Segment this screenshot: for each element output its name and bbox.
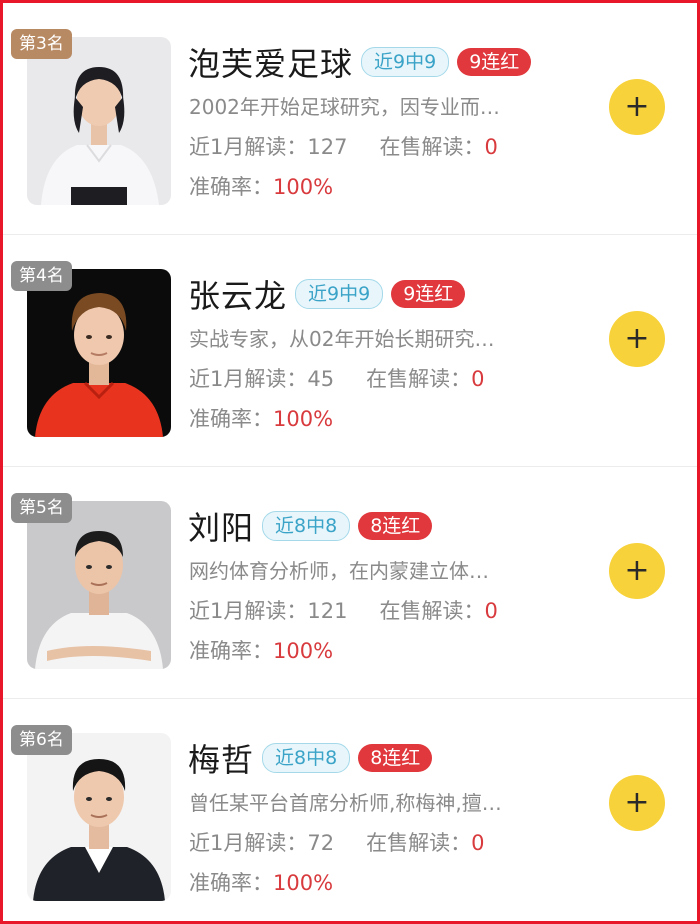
streak-tag: 9连红 (457, 48, 532, 76)
expert-photo[interactable] (27, 37, 171, 205)
expert-card[interactable]: 第6名 梅哲 近8中8 8连红 曾任某平台首席分析师,称梅神,擅… 近1月解读：… (3, 699, 697, 924)
sale-value: 0 (484, 135, 498, 159)
expert-card[interactable]: 第3名 泡芙爱足球 近9中9 9连红 2002年开始足球研究，因专业而… 近1月… (3, 3, 697, 235)
follow-button[interactable]: + (609, 775, 665, 831)
avatar-man-red-shirt (27, 269, 171, 437)
hit-rate-tag: 近8中8 (262, 511, 351, 541)
recent-label: 近1月解读： (189, 599, 308, 623)
rank-badge: 第6名 (11, 725, 72, 755)
recent-value: 121 (307, 599, 348, 623)
expert-name: 梅哲 (188, 741, 255, 779)
stats-row: 近1月解读：121 在售解读：0 (189, 595, 498, 625)
expert-description: 曾任某平台首席分析师,称梅神,擅… (189, 791, 502, 815)
expert-name: 刘阳 (188, 509, 255, 547)
sale-label: 在售解读： (379, 599, 485, 623)
accuracy-value: 100% (273, 175, 334, 199)
rank-badge: 第4名 (11, 261, 72, 291)
expert-card[interactable]: 第5名 刘阳 近8中8 8连红 网约体育分析师，在内蒙建立体… 近1月解读：12… (3, 467, 697, 699)
streak-tag: 9连红 (391, 280, 466, 308)
accuracy-row: 准确率：100% (189, 635, 333, 665)
plus-icon: + (624, 785, 650, 820)
hit-rate-tag: 近9中9 (361, 47, 450, 77)
expert-photo[interactable] (27, 733, 171, 901)
expert-list: 第3名 泡芙爱足球 近9中9 9连红 2002年开始足球研究，因专业而… 近1月… (3, 3, 697, 924)
expert-description: 网约体育分析师，在内蒙建立体… (189, 559, 489, 583)
accuracy-row: 准确率：100% (189, 867, 333, 897)
accuracy-row: 准确率：100% (189, 171, 333, 201)
sale-label: 在售解读： (366, 831, 472, 855)
accuracy-label: 准确率： (189, 639, 273, 663)
expert-card[interactable]: 第4名 张云龙 近9中9 9连红 实战专家，从02年开始长期研究… 近1月解读：… (3, 235, 697, 467)
accuracy-row: 准确率：100% (189, 403, 333, 433)
recent-value: 127 (307, 135, 348, 159)
hit-rate-tag: 近8中8 (262, 743, 351, 773)
avatar-man-white-tee (27, 501, 171, 669)
plus-icon: + (624, 553, 650, 588)
sale-label: 在售解读： (366, 367, 472, 391)
rank-badge: 第5名 (11, 493, 72, 523)
accuracy-label: 准确率： (189, 175, 273, 199)
sale-value: 0 (484, 599, 498, 623)
plus-icon: + (624, 89, 650, 124)
sale-value: 0 (471, 367, 485, 391)
recent-label: 近1月解读： (189, 367, 308, 391)
stats-row: 近1月解读：45 在售解读：0 (189, 363, 484, 393)
stats-row: 近1月解读：127 在售解读：0 (189, 131, 498, 161)
follow-button[interactable]: + (609, 543, 665, 599)
streak-tag: 8连红 (358, 512, 433, 540)
expert-description: 2002年开始足球研究，因专业而… (189, 95, 500, 119)
accuracy-label: 准确率： (189, 871, 273, 895)
streak-tag: 8连红 (358, 744, 433, 772)
recent-value: 72 (307, 831, 335, 855)
accuracy-value: 100% (273, 407, 334, 431)
sale-value: 0 (471, 831, 485, 855)
expert-name: 张云龙 (188, 277, 288, 315)
hit-rate-tag: 近9中9 (295, 279, 384, 309)
rank-badge: 第3名 (11, 29, 72, 59)
recent-label: 近1月解读： (189, 831, 308, 855)
expert-description: 实战专家，从02年开始长期研究… (189, 327, 495, 351)
plus-icon: + (624, 321, 650, 356)
follow-button[interactable]: + (609, 79, 665, 135)
recent-label: 近1月解读： (189, 135, 308, 159)
expert-name: 泡芙爱足球 (188, 45, 354, 83)
sale-label: 在售解读： (379, 135, 485, 159)
accuracy-value: 100% (273, 871, 334, 895)
expert-photo[interactable] (27, 269, 171, 437)
recent-value: 45 (307, 367, 335, 391)
accuracy-label: 准确率： (189, 407, 273, 431)
expert-photo[interactable] (27, 501, 171, 669)
stats-row: 近1月解读：72 在售解读：0 (189, 827, 484, 857)
follow-button[interactable]: + (609, 311, 665, 367)
avatar-woman-white-shirt (27, 37, 171, 205)
avatar-man-dark-suit (27, 733, 171, 901)
accuracy-value: 100% (273, 639, 334, 663)
